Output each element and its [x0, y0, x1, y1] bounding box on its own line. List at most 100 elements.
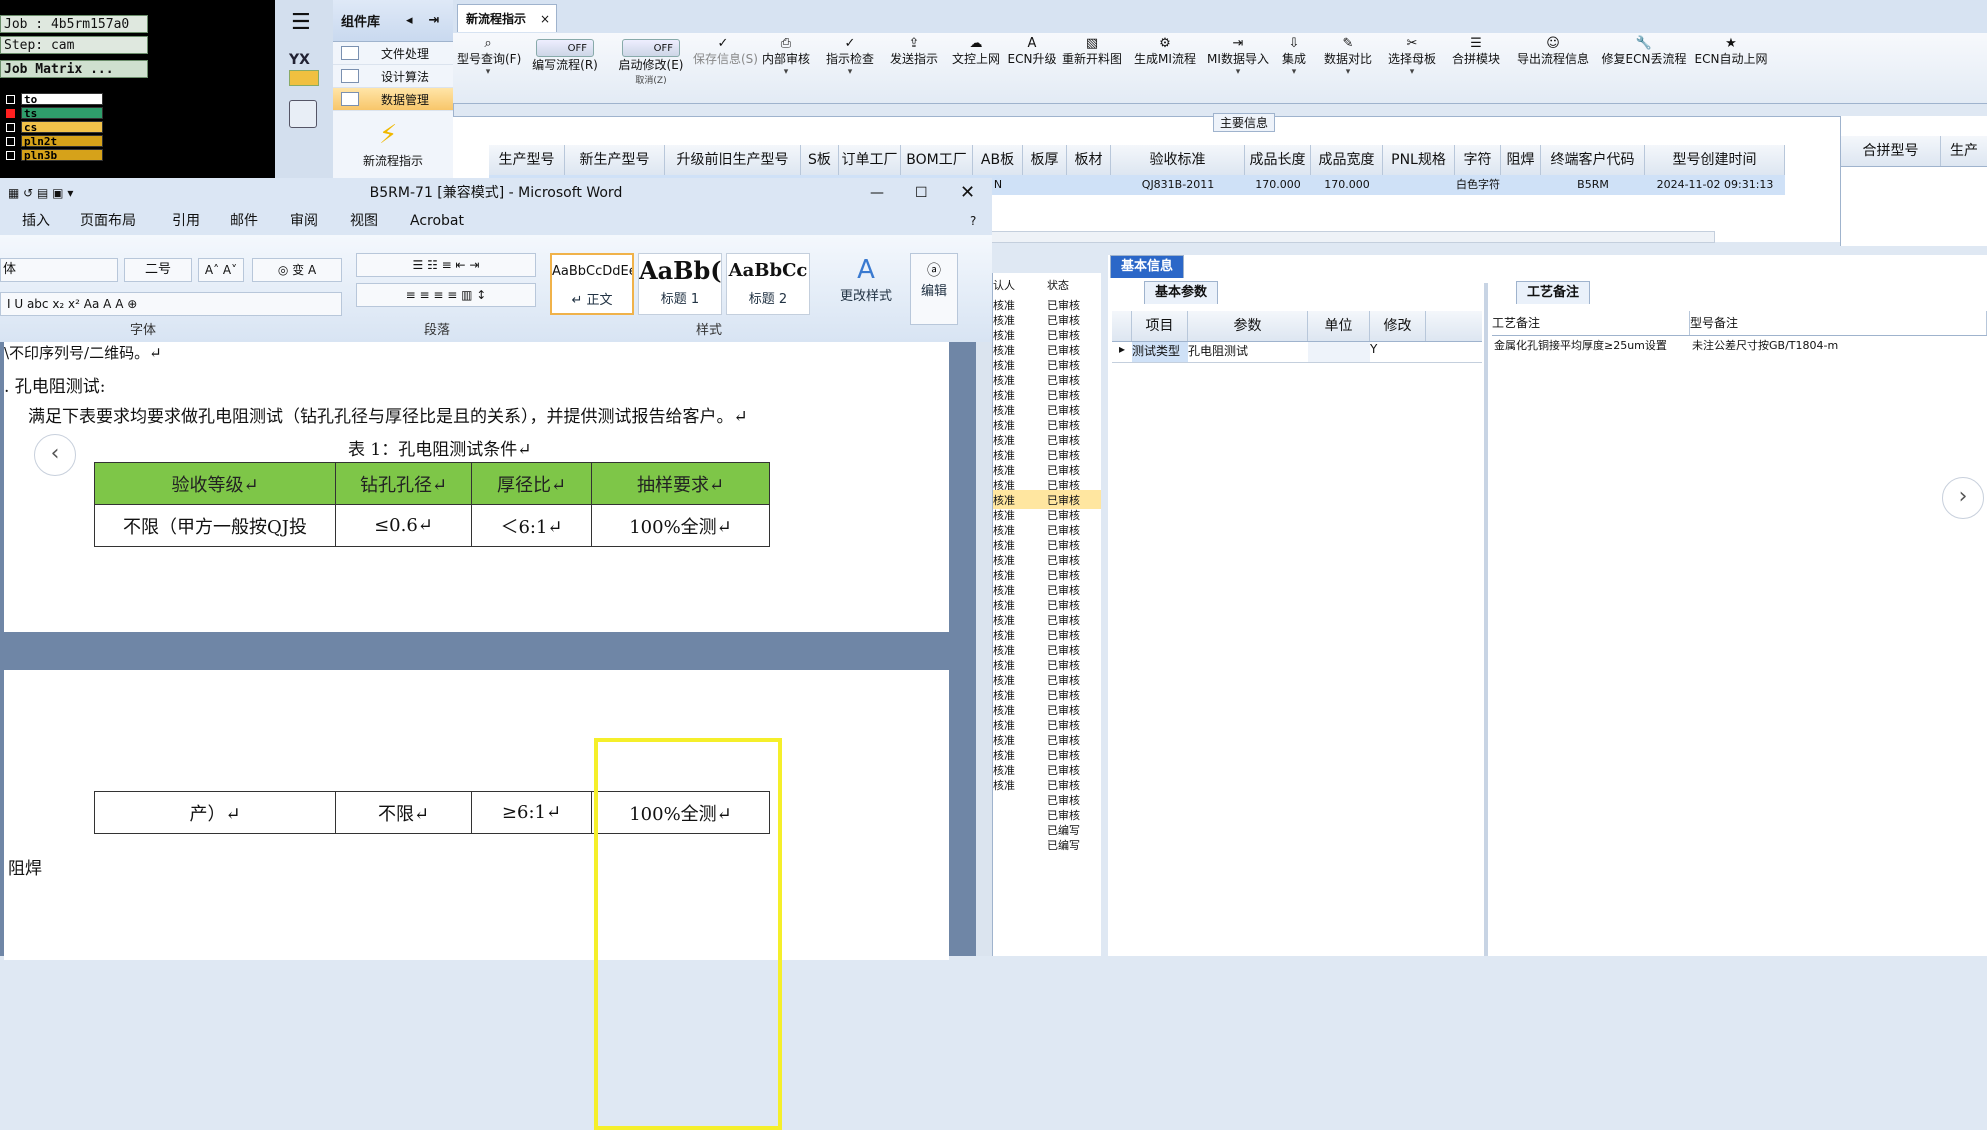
minimize-icon[interactable]: — [870, 178, 884, 208]
group-item-algo[interactable]: 设计算法 [333, 65, 453, 88]
column-header[interactable]: S板 [801, 145, 839, 175]
para-group-label: 段落 [424, 323, 451, 338]
column-header[interactable]: 生产型号 [489, 145, 565, 175]
model-note: 未注公差尺寸按GB/T1804-m [1692, 339, 1839, 352]
edit-button[interactable]: ⓐ 编辑 [910, 253, 958, 325]
layer-row[interactable]: cs [2, 120, 120, 134]
list-icon [341, 46, 359, 60]
group-item-file[interactable]: 文件处理 [333, 42, 453, 65]
document-area: \不印序列号/二维码。↵ . 孔电阻测试: 满足下表要求均要求做孔电阻测试（钻孔… [0, 342, 992, 960]
font-effects-icon[interactable]: ◎ 变 A [252, 258, 342, 282]
menu-references[interactable]: 引用 [172, 208, 200, 235]
layer-row[interactable]: ts [2, 106, 120, 120]
chevron-right-icon[interactable]: › [1942, 477, 1984, 519]
toolbar-button-10[interactable]: ⚙ 生成MI流程 [1127, 33, 1203, 103]
hamburger-icon[interactable]: ☰ [291, 10, 311, 35]
vertical-scrollbar[interactable] [976, 342, 992, 956]
horizontal-scrollbar[interactable] [873, 231, 1715, 243]
toolbar-button-2[interactable]: OFF 启动修改(E) 取消(Z) [611, 33, 691, 103]
toolbar-button-8[interactable]: A ECN升级 [1007, 33, 1057, 103]
column-header[interactable]: 升级前旧生产型号 [665, 145, 801, 175]
toolbar-button-14[interactable]: ✂ 选择母板 ▾ [1381, 33, 1443, 103]
toolbar-button-1[interactable]: OFF 编写流程(R) [521, 33, 609, 103]
calculator-icon[interactable] [289, 100, 317, 128]
tab-craft-notes[interactable]: 工艺备注 [1516, 281, 1591, 304]
column-header[interactable]: PNL规格 [1383, 145, 1455, 175]
maximize-icon[interactable]: ☐ [915, 178, 928, 208]
col-item: 项目 [1132, 311, 1188, 341]
toolbar-button-9[interactable]: ▧ 重新开料图 [1059, 33, 1125, 103]
layer-checkbox[interactable] [6, 150, 15, 160]
column-header[interactable]: 板材 [1067, 145, 1111, 175]
column-header[interactable]: 型号创建时间 [1645, 145, 1785, 175]
status-row[interactable]: 已编写 [993, 835, 1101, 854]
menu-layout[interactable]: 页面布局 [80, 208, 136, 235]
table-cell [1383, 175, 1455, 195]
toolbar-button-16[interactable]: ☺ 导出流程信息 [1509, 33, 1597, 103]
list-buttons[interactable]: ☰ ☷ ≡ ⇤ ⇥ [356, 253, 536, 277]
style-heading2[interactable]: AaBbCc 标题 2 [726, 253, 810, 315]
toggle-switch[interactable]: OFF [536, 39, 594, 57]
format-buttons[interactable]: I U abc x₂ x² Aa A A ⊕ [0, 292, 342, 316]
toolbar-button-7[interactable]: ☁ 文控上网 [947, 33, 1005, 103]
font-size-select[interactable]: 二号 [124, 258, 192, 282]
column-header[interactable]: 板厚 [1023, 145, 1067, 175]
tab-basic-params[interactable]: 基本参数 [1144, 281, 1219, 304]
column-header[interactable]: 验收标准 [1111, 145, 1245, 175]
toolbar-button-18[interactable]: ★ ECN自动上网 [1691, 33, 1771, 103]
close-icon[interactable]: × [540, 5, 550, 33]
change-styles-button[interactable]: A 更改样式 [836, 255, 896, 304]
toolbar-button-0[interactable]: ⌕ 型号查询(F) ▾ [457, 33, 521, 103]
toolbar-button-3[interactable]: ✓ 保存信息(S) [693, 33, 758, 103]
toolbar-icon: A [1027, 36, 1037, 51]
tab-new-flow[interactable]: 新流程指示 × [457, 4, 557, 32]
align-buttons[interactable]: ≡ ≡ ≡ ≡ ▥ ↕ [356, 283, 536, 307]
layer-row[interactable]: pln3b [2, 148, 120, 162]
splitter[interactable] [1484, 283, 1488, 956]
menu-review[interactable]: 审阅 [290, 208, 318, 235]
column-header[interactable]: 成品长度 [1245, 145, 1311, 175]
column-header[interactable]: 成品宽度 [1311, 145, 1383, 175]
layer-row[interactable]: to [2, 92, 120, 106]
menu-acrobat[interactable]: Acrobat [410, 208, 464, 235]
menu-insert[interactable]: 插入 [22, 208, 50, 235]
column-header[interactable]: 字符 [1455, 145, 1501, 175]
new-flow-action[interactable]: 新流程指示 [363, 152, 423, 169]
layer-checkbox[interactable] [6, 122, 15, 132]
menu-mailings[interactable]: 邮件 [230, 208, 258, 235]
layer-checkbox[interactable] [6, 108, 15, 118]
column-header[interactable]: AB板 [973, 145, 1023, 175]
font-name-select[interactable]: 体 [0, 258, 118, 282]
column-header[interactable]: 阻焊 [1501, 145, 1541, 175]
chevron-left-icon[interactable]: ‹ [34, 434, 76, 476]
toolbar-button-13[interactable]: ✎ 数据对比 ▾ [1317, 33, 1379, 103]
close-icon[interactable]: ✕ [960, 178, 975, 208]
layer-checkbox[interactable] [6, 136, 15, 146]
grow-font-icon[interactable]: A˄ A˅ [198, 258, 244, 282]
toolbar-button-6[interactable]: ⇪ 发送指示 [883, 33, 945, 103]
chevron-left-icon[interactable]: ◂ [406, 13, 413, 28]
layer-row[interactable]: pln2t [2, 134, 120, 148]
job-matrix-button[interactable]: Job Matrix ... [0, 60, 148, 78]
toolbar-button-15[interactable]: ☰ 合拼模块 [1445, 33, 1507, 103]
toggle-switch[interactable]: OFF [622, 39, 680, 57]
layer-checkbox[interactable] [6, 94, 15, 104]
quick-access-icons[interactable]: ▦ ↺ ▤ ▣ ▾ [8, 178, 73, 208]
lightning-icon[interactable]: ⚡ [379, 120, 397, 150]
column-header[interactable]: 终端客户代码 [1541, 145, 1645, 175]
column-header[interactable]: BOM工厂 [901, 145, 973, 175]
toolbar-button-11[interactable]: ⇥ MI数据导入 ▾ [1205, 33, 1271, 103]
toolbar-button-4[interactable]: ⎙ 内部审核 ▾ [755, 33, 817, 103]
style-normal[interactable]: AaBbCcDdEe ↵ 正文 [550, 253, 634, 315]
style-heading1[interactable]: AaBb(标题 1 [638, 253, 722, 315]
pin-icon[interactable]: ⇥ [429, 13, 440, 28]
help-icon[interactable]: ? [970, 208, 976, 235]
group-item-data[interactable]: 数据管理 [333, 88, 453, 111]
toolbar-button-17[interactable]: 🔧 修复ECN丢流程 [1599, 33, 1689, 103]
menu-view[interactable]: 视图 [350, 208, 378, 235]
toolbar-button-5[interactable]: ✓ 指示检查 ▾ [819, 33, 881, 103]
toolbar-button-12[interactable]: ⇩ 集成 ▾ [1273, 33, 1315, 103]
column-header[interactable]: 订单工厂 [839, 145, 901, 175]
column-header[interactable]: 新生产型号 [565, 145, 665, 175]
table-row[interactable]: ▸ 测试类型 孔电阻测试 Y [1112, 342, 1482, 363]
